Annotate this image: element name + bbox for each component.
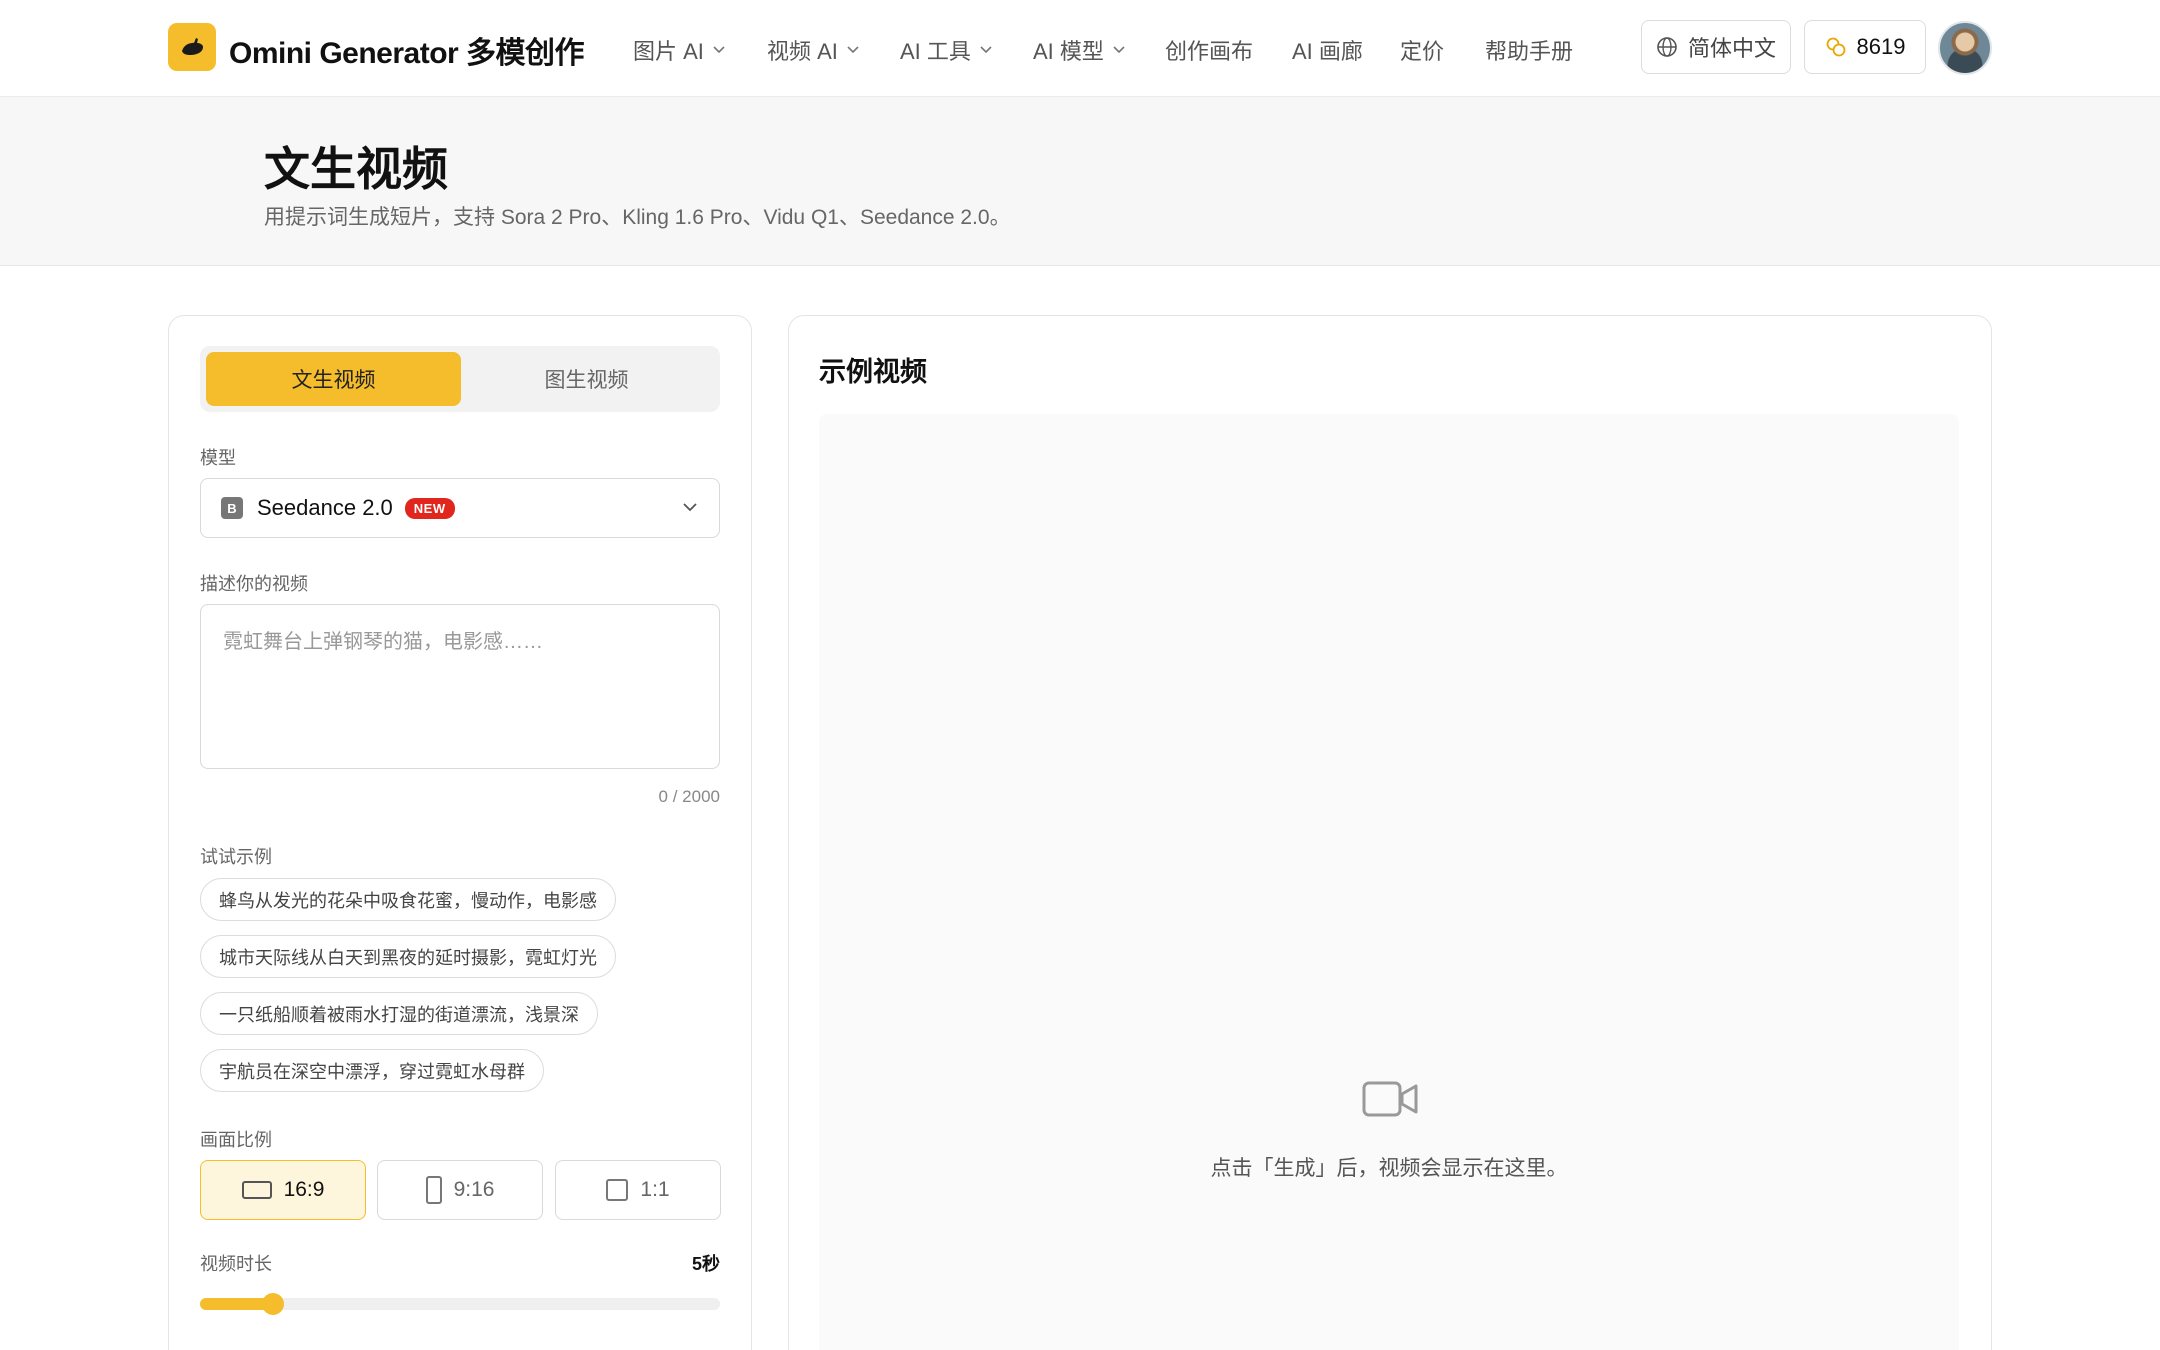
brand-logo-icon[interactable] <box>168 23 216 71</box>
square-ratio-icon <box>606 1179 629 1201</box>
nav-image-ai[interactable]: 图片 AI <box>633 34 725 66</box>
video-preview-area <box>819 414 1959 1350</box>
chevron-down-icon <box>980 46 992 54</box>
nav-ai-tools[interactable]: AI 工具 <box>900 34 992 66</box>
page-title: 文生视频 <box>264 143 448 195</box>
brand-name[interactable]: Omini Generator 多模创作 <box>229 28 585 72</box>
coins-icon <box>1826 37 1845 57</box>
credits-button[interactable]: 8619 <box>1804 20 1926 74</box>
nav-ai-tools-label: AI 工具 <box>900 39 971 64</box>
duration-slider-thumb[interactable] <box>261 1293 284 1315</box>
model-logo-icon: B <box>221 497 243 519</box>
example-chip[interactable]: 城市天际线从白天到黑夜的延时摄影，霓虹灯光 <box>200 935 616 978</box>
language-selector-button[interactable]: 简体中文 <box>1641 20 1791 74</box>
example-chip[interactable]: 一只纸船顺着被雨水打湿的街道漂流，浅景深 <box>200 992 598 1035</box>
model-label: 模型 <box>200 448 236 468</box>
nav-canvas[interactable]: 创作画布 <box>1165 34 1253 66</box>
ratio-label: 1:1 <box>640 1178 670 1201</box>
ratio-label: 9:16 <box>453 1178 495 1201</box>
preview-empty-hint: 点击「生成」后，视频会显示在这里。 <box>1210 1157 1568 1180</box>
tab-image-to-video[interactable]: 图生视频 <box>459 352 714 406</box>
chevron-down-icon <box>683 503 697 512</box>
new-badge: NEW <box>404 497 455 519</box>
model-select[interactable]: B Seedance 2.0 NEW <box>200 478 720 538</box>
example-chip[interactable]: 蜂鸟从发光的花朵中吸食花蜜，慢动作，电影感 <box>200 878 616 921</box>
nav-video-ai[interactable]: 视频 AI <box>767 34 859 66</box>
nav-canvas-label: 创作画布 <box>1165 39 1254 64</box>
duration-label: 视频时长 <box>200 1254 272 1274</box>
aspect-ratio-label: 画面比例 <box>200 1130 272 1150</box>
nav-help-label: 帮助手册 <box>1485 39 1574 64</box>
chevron-down-icon <box>713 46 725 54</box>
nav-pricing[interactable]: 定价 <box>1400 34 1444 66</box>
chevron-down-icon <box>847 46 859 54</box>
nav-gallery-label: AI 画廊 <box>1292 39 1363 64</box>
video-camera-icon <box>1362 1081 1418 1117</box>
ratio-label: 16:9 <box>283 1178 325 1201</box>
nav-pricing-label: 定价 <box>1400 39 1445 64</box>
portrait-ratio-icon <box>425 1176 442 1204</box>
nav-ai-models-label: AI 模型 <box>1033 39 1104 64</box>
language-label: 简体中文 <box>1687 36 1776 61</box>
examples-label: 试试示例 <box>200 847 272 867</box>
ratio-9-16-button[interactable]: 9:16 <box>377 1160 543 1220</box>
nav-gallery[interactable]: AI 画廊 <box>1292 34 1363 66</box>
mode-tabs: 文生视频 图生视频 <box>200 346 720 412</box>
nav-ai-models[interactable]: AI 模型 <box>1033 34 1125 66</box>
globe-icon <box>1657 37 1677 57</box>
ratio-16-9-button[interactable]: 16:9 <box>200 1160 366 1220</box>
char-counter: 0 / 2000 <box>658 787 720 806</box>
nav-image-ai-label: 图片 AI <box>633 39 704 64</box>
preview-title: 示例视频 <box>819 357 927 387</box>
nav-help[interactable]: 帮助手册 <box>1485 34 1573 66</box>
ratio-1-1-button[interactable]: 1:1 <box>555 1160 721 1220</box>
nav-video-ai-label: 视频 AI <box>767 39 838 64</box>
prompt-label: 描述你的视频 <box>200 574 308 594</box>
model-name: Seedance 2.0 <box>257 495 393 520</box>
chevron-down-icon <box>1113 46 1125 54</box>
prompt-input[interactable] <box>200 604 720 769</box>
user-avatar[interactable] <box>1938 21 1992 75</box>
example-chip[interactable]: 宇航员在深空中漂浮，穿过霓虹水母群 <box>200 1049 544 1092</box>
credits-count: 8619 <box>1856 34 1906 59</box>
page-subtitle: 用提示词生成短片，支持 Sora 2 Pro、Kling 1.6 Pro、Vid… <box>264 206 1011 229</box>
page-header: 文生视频 用提示词生成短片，支持 Sora 2 Pro、Kling 1.6 Pr… <box>0 97 2160 266</box>
tab-text-to-video[interactable]: 文生视频 <box>206 352 461 406</box>
top-navbar: Omini Generator 多模创作 图片 AI 视频 AI AI 工具 A… <box>0 0 2160 97</box>
landscape-ratio-icon <box>241 1181 272 1199</box>
duration-value: 5秒 <box>691 1254 720 1274</box>
